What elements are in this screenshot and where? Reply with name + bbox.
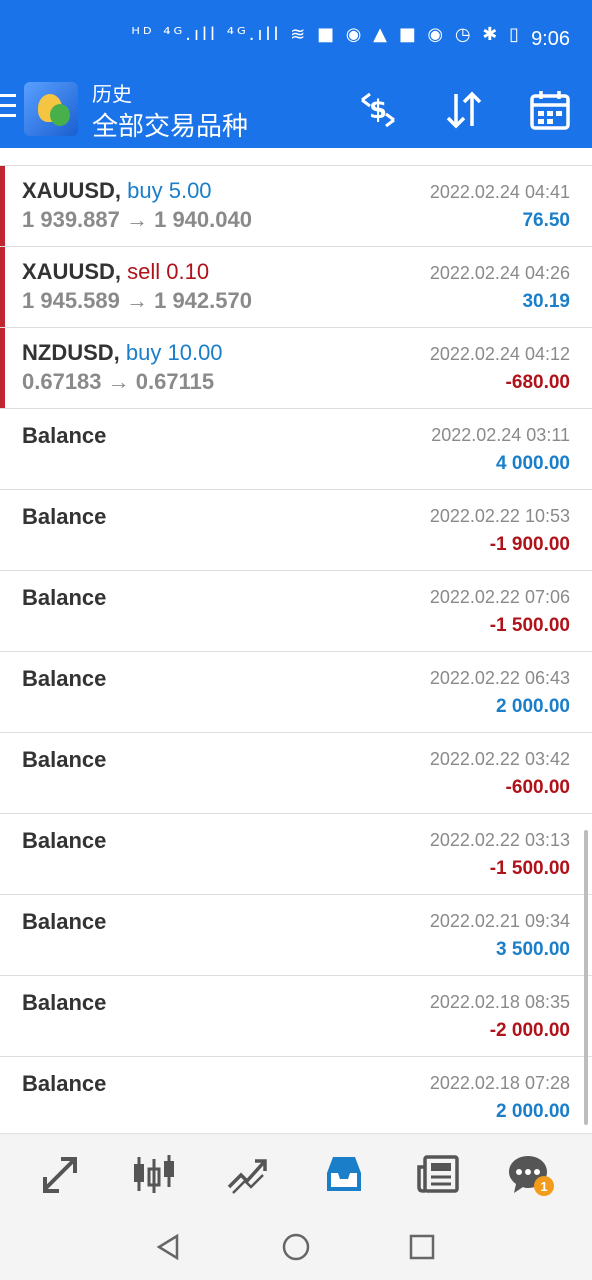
balance-amount: -1 500.00 — [489, 615, 570, 636]
trade-row[interactable]: NZDUSD, buy 10.00 0.67183 → 0.67115 2022… — [0, 328, 592, 409]
status-icons: ᴴᴰ ⁴ᴳ.ıll ⁴ᴳ.ıll ≋ ■ ◉ ▲ ■ ◉ ◷ ✱ ▯ — [131, 24, 522, 45]
balance-row[interactable]: Balance 2022.02.18 08:35 -2 000.00 — [0, 976, 592, 1057]
list-scrollbar[interactable] — [584, 830, 588, 1125]
balance-date: 2022.02.22 06:43 — [429, 668, 570, 688]
chat-icon[interactable]: 1 — [500, 1148, 556, 1200]
svg-text:$: $ — [369, 95, 387, 125]
recents-icon[interactable] — [404, 1229, 440, 1265]
chart-icon[interactable] — [126, 1148, 182, 1200]
balance-date: 2022.02.24 03:11 — [431, 425, 570, 445]
balance-date: 2022.02.21 09:34 — [429, 911, 570, 931]
balance-date: 2022.02.18 07:28 — [429, 1073, 570, 1093]
bottom-nav: 1 — [0, 1133, 592, 1214]
app-logo — [24, 82, 78, 136]
status-time: 9:06 — [531, 28, 570, 50]
balance-row[interactable]: Balance 2022.02.21 09:34 3 500.00 — [0, 895, 592, 976]
trade-date: 2022.02.24 04:26 — [429, 263, 570, 283]
balance-label: Balance — [22, 828, 107, 853]
chat-badge: 1 — [534, 1176, 554, 1196]
balance-amount: -600.00 — [505, 777, 570, 798]
balance-label: Balance — [22, 423, 107, 448]
balance-date: 2022.02.22 10:53 — [429, 506, 570, 526]
balance-label: Balance — [22, 1071, 107, 1096]
menu-icon[interactable] — [0, 94, 18, 122]
trade-side: buy 5.00 — [127, 178, 212, 203]
balance-row[interactable]: Balance 2022.02.22 03:42 -600.00 — [0, 733, 592, 814]
trade-row[interactable]: XAUUSD, sell 0.10 1 945.589 → 1 942.570 … — [0, 247, 592, 328]
currency-exchange-icon[interactable]: $ — [354, 86, 402, 134]
balance-label: Balance — [22, 585, 107, 610]
balance-date: 2022.02.22 07:06 — [429, 587, 570, 607]
trade-prices: 1 939.887 → 1 940.040 — [22, 207, 252, 232]
trade-prices: 0.67183 → 0.67115 — [22, 369, 215, 394]
trade-prices: 1 945.589 → 1 942.570 — [22, 288, 252, 313]
trade-symbol: XAUUSD, buy 5.00 — [22, 178, 212, 203]
trade-icon[interactable] — [220, 1148, 276, 1200]
trade-side: buy 10.00 — [125, 340, 223, 365]
balance-date: 2022.02.18 08:35 — [429, 992, 570, 1012]
home-icon[interactable] — [278, 1229, 314, 1265]
news-icon[interactable] — [410, 1148, 466, 1200]
trade-date: 2022.02.24 04:12 — [429, 344, 570, 364]
trade-profit: -680.00 — [505, 372, 570, 393]
balance-label: Balance — [22, 666, 107, 691]
section-label: 历史 — [92, 84, 132, 106]
calendar-icon[interactable] — [526, 86, 574, 134]
balance-label: Balance — [22, 909, 107, 934]
balance-row[interactable]: Balance 2022.02.22 06:43 2 000.00 — [0, 652, 592, 733]
balance-amount: -2 000.00 — [489, 1020, 570, 1041]
balance-label: Balance — [22, 990, 107, 1015]
balance-row[interactable]: Balance 2022.02.24 03:11 4 000.00 — [0, 409, 592, 490]
balance-amount: -1 900.00 — [489, 534, 570, 555]
trade-symbol: XAUUSD, sell 0.10 — [22, 259, 210, 284]
balance-row[interactable]: Balance 2022.02.22 10:53 -1 900.00 — [0, 490, 592, 571]
history-icon[interactable] — [316, 1148, 372, 1200]
balance-amount: -1 500.00 — [489, 858, 570, 879]
balance-amount: 4 000.00 — [496, 453, 570, 474]
page-title[interactable]: 全部交易品种 — [92, 106, 248, 143]
system-nav-bar — [0, 1213, 592, 1280]
trade-profit: 76.50 — [522, 210, 570, 231]
balance-row[interactable]: Balance 2022.02.22 03:13 -1 500.00 — [0, 814, 592, 895]
balance-row[interactable]: Balance 2022.02.18 07:28 2 000.00 — [0, 1057, 592, 1133]
sort-icon[interactable] — [440, 86, 488, 134]
app-bar: 历史 全部交易品种 $ — [0, 72, 592, 148]
trade-profit: 30.19 — [522, 291, 570, 312]
trade-side: sell 0.10 — [127, 259, 210, 284]
list-item-partial — [0, 148, 592, 166]
balance-row[interactable]: Balance 2022.02.22 07:06 -1 500.00 — [0, 571, 592, 652]
back-icon[interactable] — [150, 1229, 186, 1265]
balance-amount: 2 000.00 — [496, 1101, 570, 1122]
balance-date: 2022.02.22 03:13 — [429, 830, 570, 850]
trade-row[interactable]: XAUUSD, buy 5.00 1 939.887 → 1 940.040 2… — [0, 166, 592, 247]
quotes-icon[interactable] — [32, 1148, 88, 1200]
trade-date: 2022.02.24 04:41 — [429, 182, 570, 202]
history-list[interactable]: XAUUSD, buy 5.00 1 939.887 → 1 940.040 2… — [0, 148, 592, 1133]
balance-amount: 3 500.00 — [496, 939, 570, 960]
status-bar: ᴴᴰ ⁴ᴳ.ıll ⁴ᴳ.ıll ≋ ■ ◉ ▲ ■ ◉ ◷ ✱ ▯ 9:06 — [0, 0, 592, 72]
trade-symbol: NZDUSD, buy 10.00 — [22, 340, 223, 365]
balance-date: 2022.02.22 03:42 — [429, 749, 570, 769]
balance-label: Balance — [22, 747, 107, 772]
balance-label: Balance — [22, 504, 107, 529]
balance-amount: 2 000.00 — [496, 696, 570, 717]
